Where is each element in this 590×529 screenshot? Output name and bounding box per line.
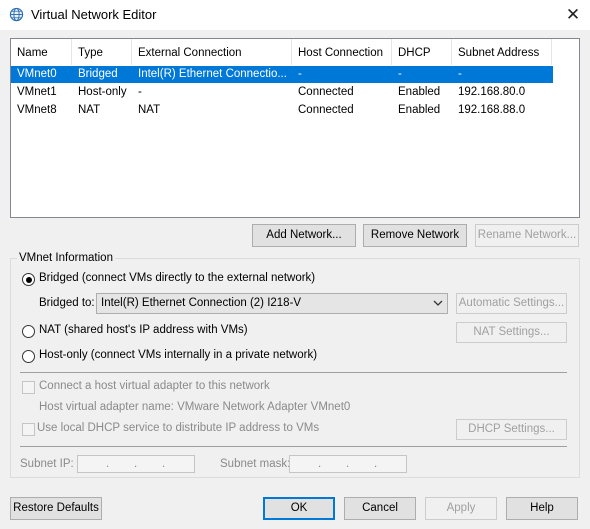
cell-host: Connected bbox=[298, 104, 354, 116]
cell-host: Connected bbox=[298, 86, 354, 98]
column-header-type[interactable]: Type bbox=[72, 39, 132, 65]
cell-name: VMnet8 bbox=[17, 104, 57, 116]
apply-button[interactable]: Apply bbox=[425, 497, 497, 520]
network-list[interactable]: Name Type External Connection Host Conne… bbox=[10, 38, 580, 218]
connect-adapter-label[interactable]: Connect a host virtual adapter to this n… bbox=[39, 380, 270, 392]
cell-external: Intel(R) Ethernet Connectio... bbox=[138, 68, 287, 80]
divider bbox=[20, 446, 567, 447]
bridged-to-select[interactable]: Intel(R) Ethernet Connection (2) I218-V bbox=[96, 293, 448, 314]
remove-network-button[interactable]: Remove Network bbox=[363, 224, 467, 247]
group-title: VMnet Information bbox=[17, 252, 115, 264]
cell-type: Bridged bbox=[78, 68, 118, 80]
close-button[interactable]: ✕ bbox=[556, 2, 590, 28]
bridged-label[interactable]: Bridged (connect VMs directly to the ext… bbox=[39, 272, 315, 284]
nat-radio[interactable] bbox=[22, 325, 35, 338]
column-header-host[interactable]: Host Connection bbox=[292, 39, 392, 65]
dhcp-settings-button[interactable]: DHCP Settings... bbox=[456, 419, 567, 440]
cell-subnet: 192.168.80.0 bbox=[458, 86, 526, 98]
restore-defaults-button[interactable]: Restore Defaults bbox=[10, 497, 102, 520]
table-row[interactable]: VMnet0 Bridged Intel(R) Ethernet Connect… bbox=[11, 66, 553, 83]
cell-external: NAT bbox=[138, 104, 161, 116]
host-only-radio[interactable] bbox=[22, 350, 35, 363]
add-network-button[interactable]: Add Network... bbox=[252, 224, 356, 247]
column-header-external[interactable]: External Connection bbox=[132, 39, 292, 65]
title-bar: Virtual Network Editor ✕ bbox=[0, 0, 590, 30]
cell-host: - bbox=[298, 68, 302, 80]
cell-dhcp: Enabled bbox=[398, 86, 441, 98]
bridged-to-value: Intel(R) Ethernet Connection (2) I218-V bbox=[101, 297, 302, 309]
dhcp-label[interactable]: Use local DHCP service to distribute IP … bbox=[37, 422, 319, 434]
list-header: Name Type External Connection Host Conne… bbox=[11, 39, 579, 65]
nat-settings-button[interactable]: NAT Settings... bbox=[456, 322, 567, 343]
close-icon: ✕ bbox=[565, 5, 581, 24]
bridged-radio[interactable] bbox=[22, 273, 35, 286]
nat-label[interactable]: NAT (shared host's IP address with VMs) bbox=[39, 324, 248, 336]
cell-dhcp: Enabled bbox=[398, 104, 441, 116]
cell-type: NAT bbox=[78, 104, 101, 116]
cell-subnet: - bbox=[458, 68, 462, 80]
rename-network-button[interactable]: Rename Network... bbox=[475, 224, 579, 247]
subnet-mask-label: Subnet mask: bbox=[220, 458, 291, 470]
table-row[interactable]: VMnet1 Host-only - Connected Enabled 192… bbox=[11, 84, 553, 101]
cell-name: VMnet1 bbox=[17, 86, 57, 98]
chevron-down-icon bbox=[433, 300, 443, 306]
table-row[interactable]: VMnet8 NAT NAT Connected Enabled 192.168… bbox=[11, 102, 553, 119]
subnet-ip-label: Subnet IP: bbox=[20, 458, 74, 470]
ok-button[interactable]: OK bbox=[263, 497, 335, 520]
cell-subnet: 192.168.88.0 bbox=[458, 104, 526, 116]
cell-name: VMnet0 bbox=[17, 68, 57, 80]
help-button[interactable]: Help bbox=[506, 497, 578, 520]
vmnet-information-group bbox=[10, 258, 580, 478]
dhcp-checkbox[interactable] bbox=[22, 423, 35, 436]
host-only-label[interactable]: Host-only (connect VMs internally in a p… bbox=[39, 349, 317, 361]
subnet-mask-field[interactable]: . . . bbox=[289, 455, 407, 473]
adapter-name-label: Host virtual adapter name: VMware Networ… bbox=[39, 401, 351, 413]
bridged-to-label: Bridged to: bbox=[39, 297, 95, 309]
globe-icon bbox=[9, 7, 24, 22]
connect-adapter-checkbox[interactable] bbox=[22, 381, 35, 394]
divider bbox=[20, 372, 567, 373]
automatic-settings-button[interactable]: Automatic Settings... bbox=[456, 293, 567, 314]
column-header-name[interactable]: Name bbox=[11, 39, 72, 65]
column-header-dhcp[interactable]: DHCP bbox=[392, 39, 452, 65]
window-title: Virtual Network Editor bbox=[31, 7, 157, 22]
cancel-button[interactable]: Cancel bbox=[344, 497, 416, 520]
cell-type: Host-only bbox=[78, 86, 127, 98]
column-header-subnet[interactable]: Subnet Address bbox=[452, 39, 552, 65]
cell-external: - bbox=[138, 86, 142, 98]
cell-dhcp: - bbox=[398, 68, 402, 80]
subnet-ip-field[interactable]: . . . bbox=[77, 455, 195, 473]
